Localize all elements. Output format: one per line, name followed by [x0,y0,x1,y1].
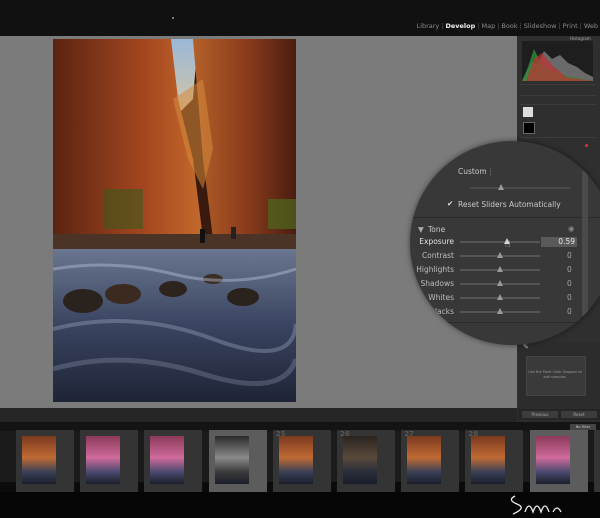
amount-track[interactable] [470,187,570,189]
reset-sliders-auto-label[interactable]: Reset Sliders Automatically [458,200,561,209]
filmstrip-thumbnail[interactable] [407,436,442,484]
filmstrip-thumbnail[interactable] [86,436,121,484]
histogram[interactable] [522,41,593,81]
mask-thumbnail[interactable] [523,122,535,134]
filmstrip-cell[interactable]: 28 [465,430,524,492]
filmstrip-thumbnail[interactable] [278,436,313,484]
blacks-label: Blacks [429,307,454,316]
panel-divider [520,104,596,105]
panel-divider [520,137,596,138]
dropper-hint: Use the Point Color Dropper to add sampl… [528,370,582,379]
filmstrip-cell[interactable] [80,430,139,492]
highlights-value[interactable]: 0 [567,265,572,274]
module-picker: Library | Develop | Map | Book | Slideshow | … [416,22,598,30]
visibility-eye-icon[interactable]: ◉ [568,224,575,233]
canyon-photo-illustration [53,39,296,402]
previous-button[interactable]: Previous [522,411,558,418]
highlights-thumb[interactable] [497,266,503,272]
blacks-thumb[interactable] [497,308,503,314]
module-map[interactable]: Map [481,22,495,30]
contrast-label: Contrast [421,251,454,260]
top-indicator-dot [172,17,174,19]
profile-select[interactable]: Custom [458,167,487,176]
module-web[interactable]: Web [584,22,598,30]
amount-thumb[interactable] [498,184,504,190]
panel-divider [520,95,596,96]
contrast-thumb[interactable] [497,252,503,258]
filmstrip-cell[interactable] [16,430,74,492]
signature-watermark [510,495,562,515]
panel-divider [520,84,596,85]
blacks-value[interactable]: 0 [567,307,572,316]
filmstrip-cell[interactable] [593,430,600,492]
shadows-value[interactable]: 0 [567,279,572,288]
exposure-track[interactable] [460,241,540,243]
filmstrip-cell[interactable]: 25 [272,430,331,492]
module-library[interactable]: Library [417,22,440,30]
tone-header[interactable]: Tone [428,225,445,234]
bottom-toolbar [0,408,517,422]
shadows-label: Shadows [420,279,454,288]
filmstrip-cell[interactable] [529,430,588,492]
module-print[interactable]: Print [563,22,578,30]
reset-button[interactable]: Reset [561,411,597,418]
whites-label: Whites [428,293,454,302]
section-divider [410,217,600,218]
histogram-graph [522,49,593,81]
filmstrip-cell[interactable]: 26 [337,430,395,492]
mask-thumbnail[interactable] [523,107,533,117]
contrast-value[interactable]: 0 [567,251,572,260]
whites-value[interactable]: 0 [567,293,572,302]
highlights-label: Highlights [416,265,454,274]
filmstrip-cell[interactable]: 27 [401,430,460,492]
module-book[interactable]: Book [501,22,517,30]
top-bar [0,0,600,36]
module-slideshow[interactable]: Slideshow [524,22,557,30]
filmstrip-cell[interactable] [208,430,267,492]
checkmark-icon[interactable]: ✔ [447,199,453,208]
tone-collapse-icon[interactable]: ▼ [418,225,424,234]
section-divider [410,322,600,323]
main-photo[interactable] [53,39,296,402]
pointer-cursor-icon: ☝ [505,240,511,250]
filmstrip-thumbnail[interactable] [22,436,56,484]
filmstrip-cell[interactable] [144,430,203,492]
exposure-label: Exposure [419,237,454,246]
module-develop[interactable]: Develop [445,22,475,30]
whites-thumb[interactable] [497,294,503,300]
filmstrip-thumbnail[interactable] [214,436,249,484]
exposure-value[interactable]: 0.59 [541,237,577,247]
filmstrip-thumbnail[interactable] [471,436,506,484]
filmstrip-thumbnail[interactable] [535,436,570,484]
profile-dropdown-icon[interactable]: ⋮ [487,167,495,176]
panel-scrollbar[interactable] [582,171,588,316]
filmstrip-thumbnail[interactable] [343,436,377,484]
filmstrip-thumbnail[interactable] [150,436,185,484]
shadows-thumb[interactable] [497,280,503,286]
